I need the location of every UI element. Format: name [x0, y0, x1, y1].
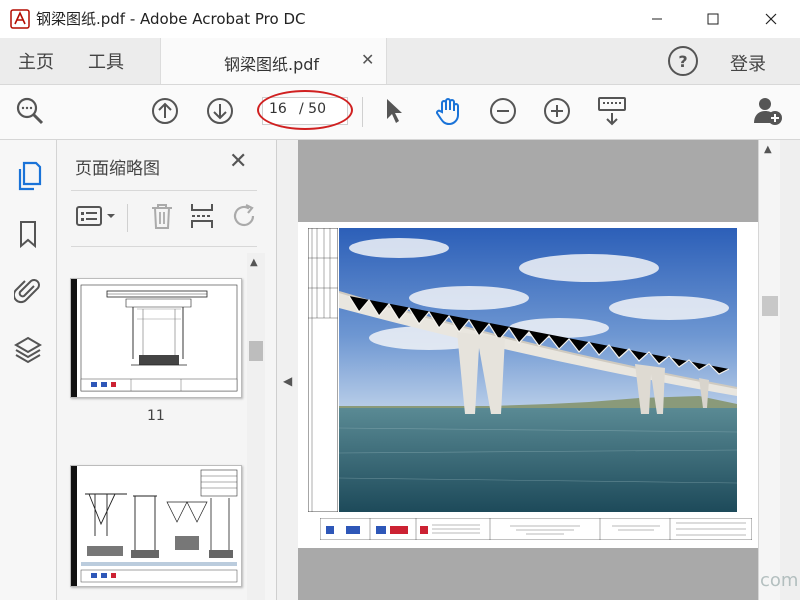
arrow-up-icon [152, 98, 178, 124]
keyboard-tool-button[interactable] [596, 95, 628, 127]
paperclip-icon [14, 279, 40, 304]
tab-bar: 主页 工具 钢梁图纸.pdf ✕ ? 登录 [0, 38, 800, 85]
attachments-button[interactable] [12, 274, 44, 306]
thumbnail-page-number: 11 [147, 408, 165, 424]
watermark-text: com [760, 570, 799, 591]
insert-pages-icon [191, 204, 213, 228]
zoom-in-icon [544, 98, 570, 124]
window-title: 钢梁图纸.pdf - Adobe Acrobat Pro DC [36, 10, 306, 28]
insert-page-button[interactable] [189, 202, 215, 234]
rotate-icon [233, 204, 255, 227]
title-bar: 钢梁图纸.pdf - Adobe Acrobat Pro DC [0, 0, 800, 39]
bookmark-icon [20, 221, 36, 249]
bridge-rendering [339, 228, 737, 512]
acrobat-app-icon [10, 9, 30, 29]
close-panel-icon[interactable]: ✕ [229, 149, 247, 174]
drawing-border [308, 228, 338, 512]
document-tab-label: 钢梁图纸.pdf [224, 55, 320, 74]
list-options-icon [76, 206, 115, 226]
zoom-in-button[interactable] [541, 95, 573, 127]
login-button[interactable]: 登录 [730, 50, 766, 76]
rotate-page-button[interactable] [231, 202, 259, 234]
zoom-out-icon [490, 98, 516, 124]
search-zoom-icon[interactable] [14, 95, 46, 127]
scroll-up-icon[interactable]: ▲ [764, 144, 772, 155]
tab-home[interactable]: 主页 [18, 48, 54, 74]
right-pane-rail [780, 140, 800, 600]
maximize-button[interactable] [690, 0, 736, 38]
panel-divider [71, 246, 257, 247]
pages-icon [18, 161, 42, 191]
hand-tool-icon [436, 98, 459, 126]
tab-document[interactable]: 钢梁图纸.pdf ✕ [160, 38, 387, 84]
zoom-out-button[interactable] [487, 95, 519, 127]
hand-tool-button[interactable] [432, 95, 464, 127]
minimize-icon [652, 18, 662, 20]
thumbnail-scroll-thumb[interactable] [249, 341, 263, 361]
thumbnails-panel: 页面缩略图 ✕ 11 ▲ [57, 140, 277, 600]
add-user-icon [754, 98, 782, 125]
title-block [320, 518, 752, 540]
document-scrollbar[interactable]: ▲ [758, 140, 781, 600]
panel-title: 页面缩略图 [75, 159, 160, 179]
document-scroll-thumb[interactable] [762, 296, 778, 316]
next-page-button[interactable] [204, 95, 236, 127]
minimize-button[interactable] [634, 0, 680, 38]
layers-icon [14, 336, 42, 364]
close-tab-icon[interactable]: ✕ [361, 50, 374, 69]
thumbnail-scrollbar[interactable]: ▲ [247, 253, 265, 600]
toolbar: 16 / 50 [0, 85, 800, 140]
layers-button[interactable] [12, 334, 44, 366]
left-navigation-rail [0, 140, 57, 600]
arrow-down-icon [207, 98, 233, 124]
keyboard-icon [598, 97, 626, 126]
red-highlight-ellipse [257, 90, 353, 130]
page-thumbnails-button[interactable] [12, 160, 44, 192]
page-thumbnail-12[interactable] [70, 465, 242, 587]
select-tool-button[interactable] [378, 95, 410, 127]
close-window-button[interactable] [748, 0, 794, 38]
previous-page-button[interactable] [149, 95, 181, 127]
tab-tools[interactable]: 工具 [88, 48, 124, 74]
document-view[interactable] [298, 140, 758, 600]
delete-page-button[interactable] [149, 202, 175, 234]
thumbnail-toolbar [57, 190, 276, 240]
help-icon[interactable]: ? [668, 46, 698, 76]
toolbar-divider [362, 97, 363, 127]
close-icon [765, 13, 777, 25]
page-thumbnail-11[interactable] [70, 278, 242, 398]
options-menu-button[interactable] [75, 204, 119, 232]
trash-icon [152, 204, 172, 229]
pdf-page [298, 222, 758, 548]
add-user-button[interactable] [752, 95, 784, 127]
toolbar-divider [127, 204, 128, 232]
bookmarks-button[interactable] [12, 218, 44, 250]
select-cursor-icon [387, 99, 402, 123]
maximize-icon [707, 13, 719, 25]
collapse-left-pane-icon[interactable]: ◀ [283, 374, 292, 388]
scroll-up-icon[interactable]: ▲ [250, 257, 258, 268]
